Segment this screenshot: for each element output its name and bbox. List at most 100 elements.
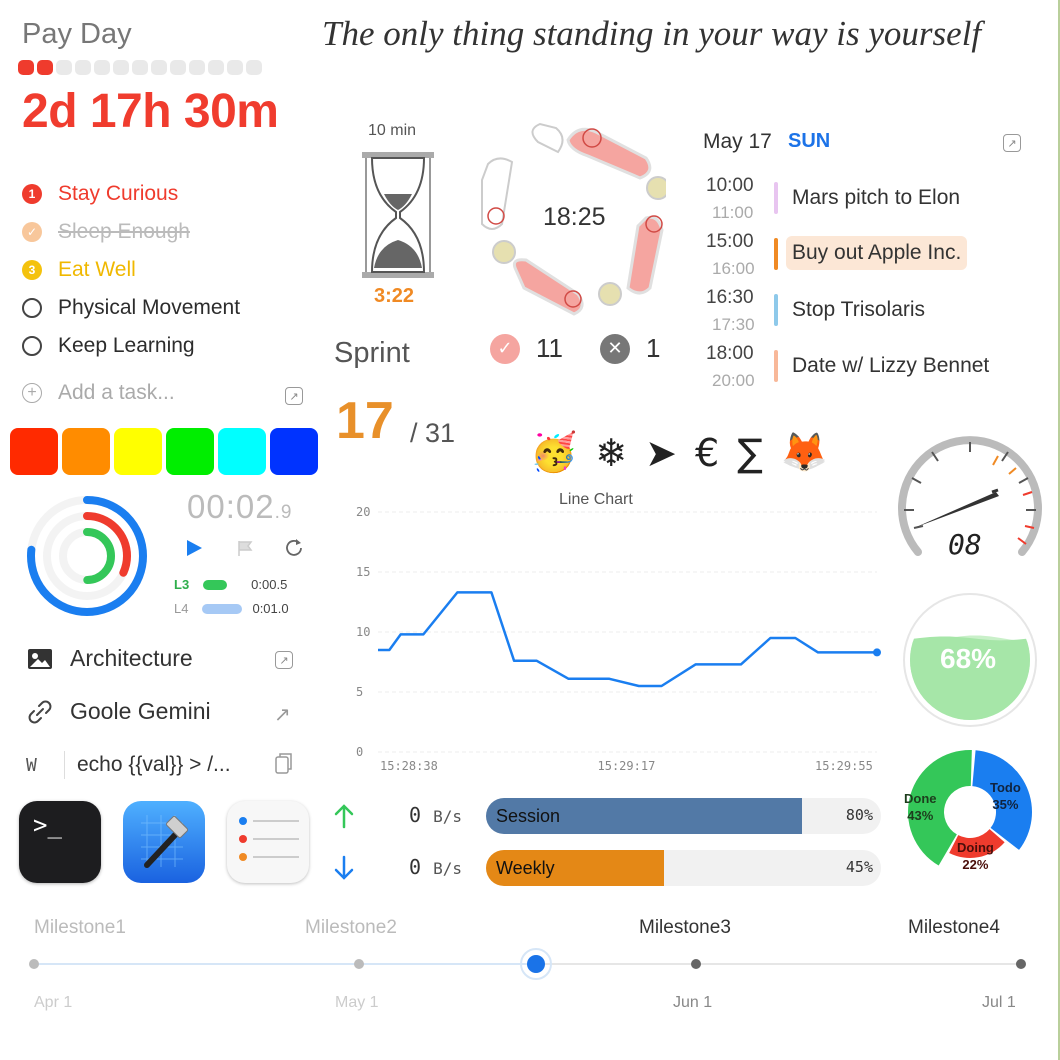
event-title[interactable]: Buy out Apple Inc.	[786, 236, 968, 270]
task-label: Physical Movement	[58, 296, 241, 319]
color-swatch[interactable]	[218, 428, 266, 475]
plus-icon[interactable]: +	[22, 383, 42, 403]
last-point	[873, 648, 881, 657]
payday-title: Pay Day	[22, 18, 132, 50]
terminal-prompt-icon: >_	[33, 811, 62, 839]
color-swatch[interactable]	[270, 428, 318, 475]
event-color-bar	[774, 350, 778, 382]
progress-dot	[56, 60, 72, 75]
y-tick-label: 5	[356, 685, 363, 699]
milestone-date: Jul 1	[982, 994, 1016, 1011]
progress-dot	[94, 60, 110, 75]
event-end: 16:00	[712, 259, 755, 278]
color-swatch[interactable]	[62, 428, 110, 475]
task-label: Eat Well	[58, 258, 136, 281]
completed-counter: ✓ 11	[490, 333, 563, 364]
copy-icon[interactable]	[274, 752, 294, 776]
milestone-dot	[354, 959, 364, 969]
hammer-icon	[141, 815, 188, 868]
link-command[interactable]: W echo {{val}} > /...	[26, 751, 231, 779]
reminders-app-icon[interactable]	[227, 801, 309, 883]
event-title[interactable]: Stop Trisolaris	[792, 298, 925, 322]
progress-dot	[37, 60, 53, 75]
lap-time: 0:01.0	[252, 601, 289, 616]
milestone-dot	[691, 959, 701, 969]
sigma-icon[interactable]: ∑	[737, 431, 763, 475]
snowflake-icon[interactable]: ❄	[595, 431, 627, 475]
color-swatch[interactable]	[10, 428, 58, 475]
milestone-date: Apr 1	[34, 994, 73, 1011]
event-title[interactable]: Date w/ Lizzy Bennet	[792, 354, 989, 378]
event-title[interactable]: Mars pitch to Elon	[792, 186, 960, 210]
sprint-label: Sprint	[334, 337, 410, 369]
stopwatch-time: 00:02.9	[187, 488, 293, 525]
series-line	[378, 591, 877, 688]
open-external-icon[interactable]: ↗	[275, 651, 293, 669]
lap-name: L3	[174, 577, 190, 592]
euro-icon[interactable]: €	[695, 431, 719, 475]
progress-dot	[208, 60, 224, 75]
failed-count: 1	[646, 333, 661, 363]
checkbox[interactable]	[22, 336, 42, 356]
event-end: 17:30	[712, 315, 755, 334]
milestone-label: Milestone2	[305, 917, 397, 938]
fox-icon[interactable]: 🦊	[781, 430, 828, 475]
reset-icon[interactable]	[284, 537, 304, 557]
priority-badge[interactable]: 3	[22, 260, 42, 280]
speedometer-value: 08	[948, 528, 982, 561]
arrow-up-right-icon[interactable]: ↗	[274, 702, 291, 727]
lap-row: L4 0:01.0	[174, 601, 289, 616]
task-item[interactable]: 3 Eat Well	[22, 255, 136, 285]
open-external-icon[interactable]: ↗	[285, 387, 303, 405]
party-face-icon[interactable]: 🥳	[530, 430, 577, 475]
task-item[interactable]: ✓ Sleep Enough	[22, 217, 190, 247]
link-gemini[interactable]: Goole Gemini	[26, 698, 211, 725]
lap-row: L3 0:00.5	[174, 577, 287, 592]
checkbox[interactable]	[22, 298, 42, 318]
payday-countdown: 2d 17h 30m	[22, 85, 279, 138]
event-start: 10:00	[706, 175, 754, 196]
task-item[interactable]: Keep Learning	[22, 331, 195, 361]
task-item[interactable]: 1 Stay Curious	[22, 179, 178, 209]
task-label: Stay Curious	[58, 182, 179, 205]
weekly-fill: Weekly	[486, 850, 664, 886]
open-external-icon[interactable]: ↗	[1003, 134, 1021, 152]
upload-arrow-icon	[334, 804, 354, 829]
current-position-dot	[527, 955, 545, 973]
progress-dot	[170, 60, 186, 75]
checkmark-icon[interactable]: ✓	[22, 222, 42, 242]
calendar-day: SUN	[788, 130, 831, 152]
terminal-app-icon[interactable]: >_	[19, 801, 101, 883]
hourglass-icon	[362, 152, 434, 278]
milestone-date: May 1	[335, 994, 379, 1011]
task-item[interactable]: Physical Movement	[22, 293, 240, 323]
lap-bar	[202, 603, 243, 614]
milestone-date: Jun 1	[673, 994, 713, 1011]
color-swatch[interactable]	[166, 428, 214, 475]
todo-label: Todo 35%	[990, 780, 1021, 812]
flag-icon[interactable]	[235, 538, 255, 558]
xcode-app-icon[interactable]	[123, 801, 205, 883]
color-swatch[interactable]	[114, 428, 162, 475]
link-architecture[interactable]: Architecture	[26, 645, 193, 672]
session-fill: Session	[486, 798, 802, 834]
add-task-input[interactable]: + Add a task...	[22, 381, 175, 405]
timer-duration: 10 min	[368, 122, 417, 139]
reminders-list-icon	[239, 817, 299, 861]
progress-dot	[246, 60, 262, 75]
play-icon[interactable]	[184, 538, 204, 558]
progress-dot	[189, 60, 205, 75]
progress-dot	[113, 60, 129, 75]
download-speed: 0 B/s	[409, 855, 462, 879]
milestone-label: Milestone3	[639, 917, 731, 938]
add-task-placeholder: Add a task...	[58, 381, 175, 404]
emoji-row: 🥳 ❄ ➤ € ∑ 🦊	[530, 430, 828, 475]
priority-badge[interactable]: 1	[22, 184, 42, 204]
completed-count: 11	[536, 333, 563, 363]
arrow-right-icon[interactable]: ➤	[645, 431, 677, 475]
link-icon	[28, 700, 52, 723]
milestone-dot	[1016, 959, 1026, 969]
y-tick-label: 10	[356, 625, 370, 639]
event-end: 20:00	[712, 371, 755, 390]
motivational-quote: The only thing standing in your way is y…	[322, 14, 982, 53]
